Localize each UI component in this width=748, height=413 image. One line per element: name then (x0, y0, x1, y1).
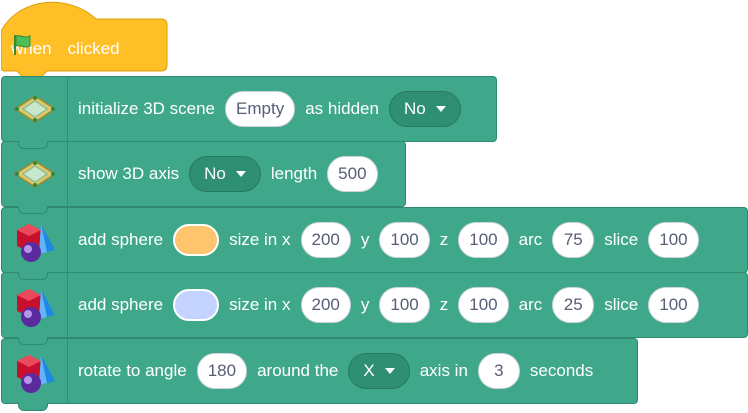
add-sphere-block-1[interactable]: add sphere size in x 200 y 100 z 100 arc… (1, 207, 748, 280)
add-sphere-label: add sphere (78, 230, 164, 249)
arc-label: arc (518, 295, 543, 314)
scene-plane-icon (13, 160, 56, 188)
as-hidden-label: as hidden (305, 99, 379, 118)
slice-input[interactable]: 100 (648, 287, 699, 323)
shapes-icon-cell (2, 273, 68, 337)
size-y-input[interactable]: 100 (379, 287, 430, 323)
arc-label: arc (518, 230, 543, 249)
scene-icon-cell (2, 77, 68, 141)
y-label: y (360, 295, 370, 314)
block-connector (18, 206, 48, 214)
when-flag-clicked-block[interactable]: when clicked (1, 1, 168, 76)
initialize-scene-label: initialize 3D scene (78, 99, 216, 118)
axis-visibility-value: No (204, 164, 226, 183)
axis-in-label: axis in (419, 361, 468, 380)
shapes-icon-cell (2, 339, 68, 403)
block-connector (18, 337, 48, 345)
size-y-input[interactable]: 100 (379, 222, 430, 258)
show-axis-label: show 3D axis (78, 164, 180, 183)
axis-dropdown[interactable]: X (348, 353, 410, 389)
add-sphere-label: add sphere (78, 295, 164, 314)
axis-visibility-dropdown[interactable]: No (189, 156, 261, 192)
3d-shapes-icon (16, 355, 55, 393)
around-the-label: around the (257, 361, 339, 380)
size-z-input[interactable]: 100 (458, 287, 509, 323)
arc-input[interactable]: 75 (552, 222, 595, 258)
scene-plane-icon (13, 95, 56, 123)
clicked-label: clicked (67, 39, 120, 58)
block-connector (18, 141, 48, 149)
show-3d-axis-block[interactable]: show 3D axis No length 500 (1, 141, 406, 214)
block-connector (18, 403, 48, 411)
arc-input[interactable]: 25 (552, 287, 595, 323)
y-label: y (360, 230, 370, 249)
add-sphere-block-2[interactable]: add sphere size in x 200 y 100 z 100 arc… (1, 272, 748, 345)
hidden-dropdown[interactable]: No (388, 91, 461, 127)
seconds-label: seconds (529, 361, 594, 380)
caret-down-icon (235, 171, 246, 177)
3d-shapes-icon (16, 224, 55, 262)
seconds-input[interactable]: 3 (477, 353, 520, 389)
caret-down-icon (435, 106, 446, 112)
3d-shapes-icon (16, 289, 55, 327)
caret-down-icon (384, 368, 395, 374)
size-x-input[interactable]: 200 (300, 222, 351, 258)
sphere-color-picker[interactable] (173, 289, 220, 321)
z-label: z (439, 295, 449, 314)
rotate-to-angle-label: rotate to angle (78, 361, 187, 380)
size-z-input[interactable]: 100 (458, 222, 509, 258)
shapes-icon-cell (2, 208, 68, 272)
initialize-3d-scene-block[interactable]: initialize 3D scene Empty as hidden No (1, 76, 497, 149)
axis-dropdown-value: X (363, 361, 375, 380)
z-label: z (439, 230, 449, 249)
length-label: length (270, 164, 318, 183)
scene-icon-cell (2, 142, 68, 206)
block-connector (18, 272, 48, 280)
hidden-dropdown-value: No (403, 99, 426, 118)
slice-label: slice (604, 230, 639, 249)
axis-length-input[interactable]: 500 (327, 156, 378, 192)
scene-type-input[interactable]: Empty (225, 91, 296, 127)
sphere-color-picker[interactable] (173, 224, 220, 256)
angle-input[interactable]: 180 (196, 353, 248, 389)
rotate-to-angle-block[interactable]: rotate to angle 180 around the X axis in… (1, 338, 638, 411)
size-in-x-label: size in x (229, 230, 291, 249)
size-x-input[interactable]: 200 (300, 287, 351, 323)
slice-input[interactable]: 100 (648, 222, 699, 258)
slice-label: slice (604, 295, 639, 314)
size-in-x-label: size in x (229, 295, 291, 314)
